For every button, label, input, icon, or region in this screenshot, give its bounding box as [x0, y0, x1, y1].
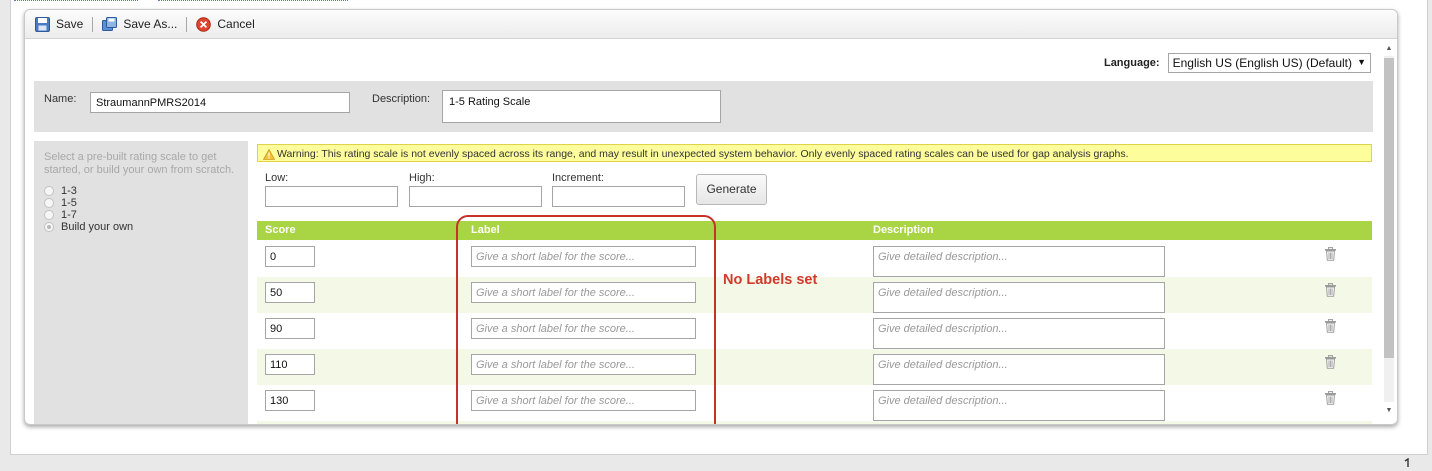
- save-button[interactable]: Save: [35, 16, 84, 32]
- label-input[interactable]: Give a short label for the score...: [471, 318, 696, 339]
- floppy-disk-icon: [35, 16, 50, 32]
- description-input[interactable]: 1-5 Rating Scale: [442, 90, 721, 123]
- top-link-underline-1[interactable]: [14, 0, 138, 1]
- corner-mark: [1403, 457, 1412, 467]
- warning-banner: Warning: This rating scale is not evenly…: [257, 144, 1372, 162]
- annotation-text: No Labels set: [723, 272, 818, 288]
- radio-option-1-7[interactable]: 1-7: [44, 209, 238, 221]
- label-input[interactable]: Give a short label for the score...: [471, 282, 696, 303]
- label-input[interactable]: Give a short label for the score...: [471, 246, 696, 267]
- high-label: High:: [409, 172, 435, 184]
- warning-icon: [262, 148, 276, 160]
- name-description-bar: Name: StraumannPMRS2014 Description: 1-5…: [34, 81, 1373, 132]
- language-select[interactable]: English US (English US) (Default) ▼: [1167, 53, 1371, 73]
- prebuilt-scale-panel: Select a pre-built rating scale to get s…: [34, 141, 248, 424]
- grid-header: Score Label Description: [257, 221, 1372, 240]
- trash-icon[interactable]: [1324, 319, 1337, 333]
- warning-text: Warning: This rating scale is not evenly…: [277, 148, 1129, 160]
- increment-input[interactable]: [552, 186, 685, 207]
- radio-button[interactable]: [44, 186, 54, 196]
- label-input[interactable]: Give a short label for the score...: [471, 390, 696, 411]
- name-label: Name:: [44, 93, 77, 105]
- description-cell-input[interactable]: Give detailed description...: [873, 318, 1165, 349]
- radio-label: Build your own: [61, 221, 134, 233]
- description-cell-input[interactable]: Give detailed description...: [873, 246, 1165, 277]
- cancel-button[interactable]: Cancel: [196, 16, 255, 32]
- trash-icon[interactable]: [1324, 283, 1337, 297]
- description-label: Description:: [372, 93, 431, 105]
- radio-label: 1-3: [61, 185, 77, 197]
- score-input[interactable]: 110: [265, 354, 315, 375]
- label-column-header: Label: [471, 224, 500, 236]
- high-input[interactable]: [409, 186, 542, 207]
- save-as-icon: [102, 16, 118, 32]
- language-row: Language: English US (English US) (Defau…: [1104, 53, 1371, 73]
- radio-button[interactable]: [44, 210, 54, 220]
- description-cell-input[interactable]: Give detailed description...: [873, 390, 1165, 421]
- prebuilt-hint: Select a pre-built rating scale to get s…: [44, 151, 235, 176]
- save-as-button[interactable]: Save As...: [102, 16, 178, 32]
- scroll-area: Language: English US (English US) (Defau…: [25, 40, 1397, 424]
- label-input[interactable]: Give a short label for the score...: [471, 354, 696, 375]
- language-label: Language:: [1103, 57, 1160, 69]
- score-column-header: Score: [265, 224, 296, 236]
- scroll-down-arrow-icon[interactable]: ▼: [1384, 406, 1394, 416]
- low-label: Low:: [265, 172, 289, 184]
- radio-option-build-your-own[interactable]: Build your own: [44, 221, 238, 233]
- description-cell-input[interactable]: Give detailed description...: [873, 354, 1165, 385]
- description-column-header: Description: [873, 224, 934, 236]
- language-value: English US (English US) (Default): [1172, 56, 1352, 70]
- toolbar: Save Save As... Cancel: [25, 10, 1397, 39]
- scroll-thumb[interactable]: [1384, 58, 1394, 358]
- radio-label: 1-5: [61, 197, 77, 209]
- table-row: 90 Give a short label for the score... Giv…: [257, 313, 1372, 349]
- top-link-underline-2[interactable]: [158, 0, 348, 1]
- table-row: [257, 421, 1372, 424]
- low-input[interactable]: [265, 186, 398, 207]
- trash-icon[interactable]: [1324, 391, 1337, 405]
- radio-label: 1-7: [61, 209, 77, 221]
- vertical-scrollbar[interactable]: ▲ ▼: [1382, 44, 1394, 416]
- save-label: Save: [56, 17, 84, 31]
- name-input[interactable]: StraumannPMRS2014: [90, 92, 350, 113]
- score-input[interactable]: 50: [265, 282, 315, 303]
- trash-icon[interactable]: [1324, 355, 1337, 369]
- scroll-up-arrow-icon[interactable]: ▲: [1384, 44, 1394, 54]
- radio-button-checked[interactable]: [44, 222, 54, 232]
- caret-down-icon: ▼: [1357, 57, 1366, 67]
- cancel-label: Cancel: [217, 17, 255, 31]
- radio-option-1-3[interactable]: 1-3: [44, 185, 238, 197]
- save-as-label: Save As...: [123, 17, 178, 31]
- cancel-icon: [196, 16, 212, 32]
- trash-icon[interactable]: [1324, 247, 1337, 261]
- score-input[interactable]: 0: [265, 246, 315, 267]
- table-row: 110 Give a short label for the score... Gi…: [257, 349, 1372, 385]
- score-input[interactable]: 130: [265, 390, 315, 411]
- description-cell-input[interactable]: Give detailed description...: [873, 282, 1165, 313]
- toolbar-separator: [92, 16, 94, 32]
- radio-option-1-5[interactable]: 1-5: [44, 197, 238, 209]
- generate-button[interactable]: Generate: [696, 174, 767, 205]
- score-input[interactable]: 90: [265, 318, 315, 339]
- rating-scale-panel: Save Save As... Cancel Language: English…: [24, 9, 1398, 425]
- radio-button[interactable]: [44, 198, 54, 208]
- increment-label: Increment:: [552, 172, 604, 184]
- toolbar-separator: [186, 16, 188, 32]
- table-row: 130 Give a short label for the score... Gi…: [257, 385, 1372, 421]
